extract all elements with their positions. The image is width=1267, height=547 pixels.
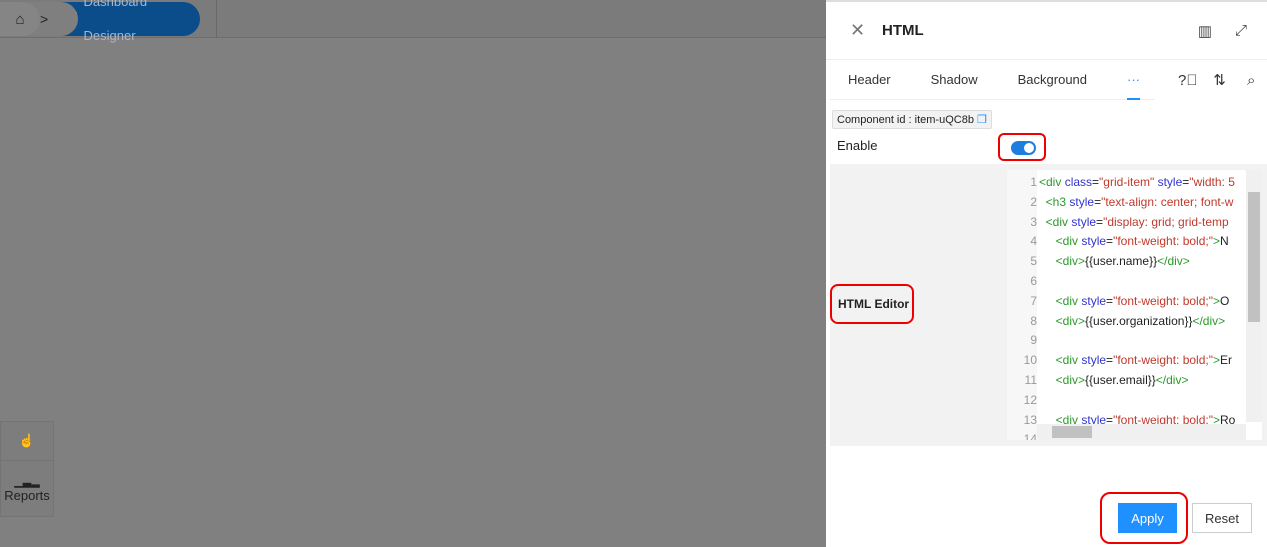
copy-icon[interactable]: ❐ <box>977 114 987 126</box>
code-lines: <div class="grid-item" style="width: 5 <… <box>1039 173 1239 440</box>
search-icon[interactable]: ⌕ <box>1235 72 1267 89</box>
line-number: 7 <box>1030 293 1037 308</box>
code-line: <h3 style="text-align: center; font-w <box>1045 194 1234 209</box>
panel-title: HTML <box>882 22 924 39</box>
divider <box>216 0 217 38</box>
pointer-hand-icon: ☝ <box>18 433 36 448</box>
enable-toggle[interactable] <box>998 133 1046 161</box>
apply-button[interactable]: Apply <box>1118 503 1177 533</box>
code-line: <div style="font-weight: bold;">O <box>1055 293 1230 308</box>
tab-shadow[interactable]: Shadow <box>909 60 996 100</box>
tab-header[interactable]: Header <box>826 60 909 100</box>
properties-panel: ✕ HTML ▥ ⤢ Header Shadow Background ··· … <box>826 0 1267 547</box>
enable-label: Enable <box>837 138 878 153</box>
line-number: 12 <box>1023 392 1037 407</box>
line-number: 11 <box>1024 372 1037 387</box>
line-number: 14 <box>1023 432 1037 440</box>
left-toolbar: ☝ ▁▃▂ Reports <box>0 421 54 517</box>
code-line: <div style="font-weight: bold;">N <box>1055 234 1229 249</box>
top-bar: ⌂ > 🖼Dashboard Designer <box>0 0 826 43</box>
code-line: <div>{{user.email}}</div> <box>1055 372 1189 387</box>
sort-icon[interactable]: ⇅ <box>1204 71 1236 89</box>
line-number: 4 <box>1030 234 1037 249</box>
line-number: 9 <box>1030 333 1037 348</box>
layout-icon[interactable]: ▥ <box>1187 22 1223 40</box>
line-number: 3 <box>1030 214 1037 229</box>
line-number: 1 <box>1030 175 1037 189</box>
home-icon: ⌂ <box>15 10 25 28</box>
component-id-badge: Component id : item-uQC8b ❐ <box>832 110 992 129</box>
close-icon[interactable]: ✕ <box>850 20 882 41</box>
code-line: <div class="grid-item" style="width: 5 <box>1039 175 1235 189</box>
line-number: 2 <box>1030 194 1037 209</box>
pointer-button[interactable]: ☝ <box>1 422 53 460</box>
tab-more[interactable]: ··· <box>1105 60 1158 100</box>
line-number: 8 <box>1030 313 1037 328</box>
html-editor-row: HTML Editor 1 2 3 4 5 6 7 8 9 10 11 12 13 14 <div cla… <box>830 164 1267 446</box>
code-line: <div>{{user.name}}</div> <box>1055 254 1190 269</box>
html-code-editor[interactable]: 1 2 3 4 5 6 7 8 9 10 11 12 13 14 <div class="grid-ite… <box>1007 170 1262 440</box>
horizontal-scrollbar[interactable] <box>1037 424 1246 440</box>
help-icon[interactable]: ?⃝ <box>1172 72 1204 89</box>
vertical-scrollbar[interactable] <box>1246 170 1262 422</box>
tab-background[interactable]: Background <box>996 60 1105 100</box>
home-button[interactable]: ⌂ <box>0 2 40 36</box>
line-numbers: 1 2 3 4 5 6 7 8 9 10 11 12 13 14 <box>1007 170 1037 440</box>
line-number: 5 <box>1030 254 1037 269</box>
code-line: <div style="font-weight: bold;">Er <box>1055 353 1232 368</box>
code-line: <div>{{user.organization}}</div> <box>1055 313 1226 328</box>
bar-chart-icon: ▁▃▂ <box>14 475 40 488</box>
line-number: 6 <box>1030 273 1037 288</box>
expand-icon[interactable]: ⤢ <box>1223 22 1259 39</box>
line-number: 10 <box>1023 353 1037 368</box>
reports-button[interactable]: ▁▃▂ Reports <box>1 460 53 516</box>
reset-button[interactable]: Reset <box>1192 503 1252 533</box>
html-editor-label: HTML Editor <box>830 284 914 324</box>
line-number: 13 <box>1023 412 1037 427</box>
code-line: <div style="display: grid; grid-temp <box>1045 214 1229 229</box>
